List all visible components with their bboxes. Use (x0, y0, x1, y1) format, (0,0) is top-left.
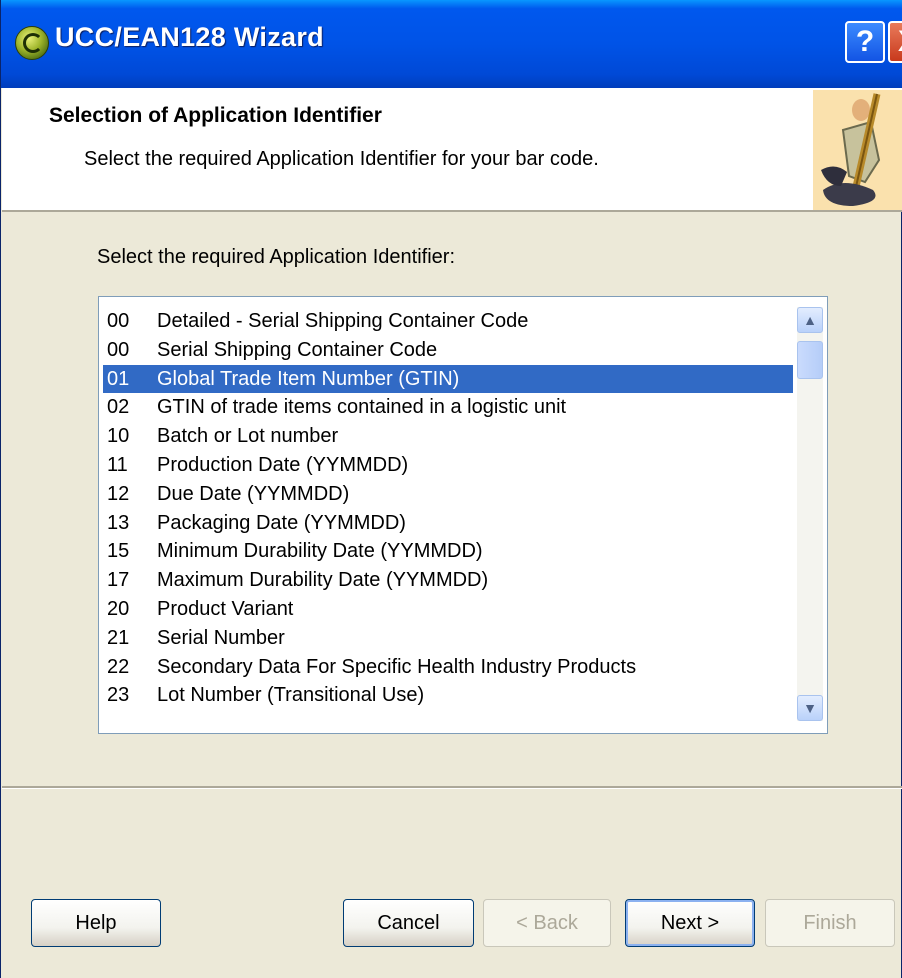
list-item-name: Global Trade Item Number (GTIN) (157, 367, 460, 390)
list-item[interactable]: 22 Secondary Data For Specific Health Ind… (103, 653, 793, 682)
page-title: Selection of Application Identifier (49, 104, 382, 127)
app-icon[interactable] (15, 26, 49, 60)
list-item[interactable]: 00 Serial Shipping Container Code (103, 336, 793, 365)
footer-divider-highlight (2, 788, 902, 789)
list-item[interactable]: 23 Lot Number (Transitional Use) (103, 681, 793, 710)
list-item-name: Secondary Data For Specific Health Indus… (157, 655, 637, 678)
next-button[interactable]: Next > (625, 899, 755, 947)
list-item[interactable]: 11 Production Date (YYMMDD) (103, 451, 793, 480)
list-item-name: GTIN of trade items contained in a logis… (157, 396, 567, 419)
wizard-window: UCC/EAN128 Wizard ? X Selection of Appli… (0, 0, 902, 978)
help-button[interactable]: Help (31, 899, 161, 947)
scrollbar-thumb[interactable] (797, 341, 823, 379)
list-item-name: Product Variant (157, 597, 294, 620)
header-divider (2, 210, 902, 212)
list-item-code: 23 (107, 684, 130, 707)
window-title: UCC/EAN128 Wizard (55, 22, 324, 52)
list-item-code: 20 (107, 597, 130, 620)
list-item[interactable]: 00 Detailed - Serial Shipping Container C… (103, 307, 793, 336)
list-item-code: 17 (107, 569, 130, 592)
list-item-name: Batch or Lot number (157, 425, 339, 448)
list-item-code: 13 (107, 511, 130, 534)
list-item-code: 21 (107, 626, 130, 649)
list-item-code: 00 (107, 310, 130, 332)
list-item-name: Serial Number (157, 626, 285, 649)
list-item-name: Maximum Durability Date (YYMMDD) (157, 569, 489, 592)
list-item-name: Due Date (YYMMDD) (157, 482, 350, 505)
list-item-code: 00 (107, 338, 130, 361)
list-item-code: 22 (107, 655, 130, 678)
list-item-code: 12 (107, 482, 130, 505)
list-item-code: 01 (107, 367, 130, 390)
list-item[interactable]: 13 Packaging Date (YYMMDD) (103, 509, 793, 538)
chevron-down-icon[interactable]: ▼ (797, 695, 823, 721)
list-item-code: 10 (107, 425, 130, 448)
list-item-code: 11 (107, 453, 128, 476)
list-item[interactable]: 12 Due Date (YYMMDD) (103, 480, 793, 509)
list-item-name: Serial Shipping Container Code (157, 338, 438, 361)
list-item[interactable]: 17 Maximum Durability Date (YYMMDD) (103, 566, 793, 595)
finish-button[interactable]: Finish (765, 899, 895, 947)
list-item[interactable]: 01 Global Trade Item Number (GTIN) (103, 364, 793, 394)
list-item[interactable]: 20 Product Variant (103, 595, 793, 624)
list-item-name: Lot Number (Transitional Use) (157, 684, 425, 707)
title-bar[interactable]: UCC/EAN128 Wizard ? X (1, 0, 902, 88)
close-button[interactable]: X (888, 21, 902, 63)
cancel-button[interactable]: Cancel (343, 899, 474, 947)
page-subtitle: Select the required Application Identifi… (84, 148, 599, 170)
list-item[interactable]: 15 Minimum Durability Date (YYMMDD) (103, 537, 793, 566)
list-items-container: 00 Detailed - Serial Shipping Container C… (103, 307, 793, 710)
list-item-name: Detailed - Serial Shipping Container Cod… (157, 310, 529, 332)
list-item-code: 15 (107, 540, 130, 563)
list-item-name: Packaging Date (YYMMDD) (157, 511, 406, 534)
list-prompt-label: Select the required Application Identifi… (97, 246, 455, 268)
list-item[interactable]: 21 Serial Number (103, 624, 793, 653)
list-item[interactable]: 02 GTIN of trade items contained in a log… (103, 393, 793, 422)
list-item[interactable]: 10 Batch or Lot number (103, 422, 793, 451)
list-item-name: Production Date (YYMMDD) (157, 453, 409, 476)
list-item-name: Minimum Durability Date (YYMMDD) (157, 540, 483, 563)
vertical-scrollbar[interactable]: ▲ ▼ (797, 307, 823, 721)
help-title-button[interactable]: ? (845, 21, 885, 63)
list-item-code: 02 (107, 396, 130, 419)
back-button[interactable]: < Back (483, 899, 611, 947)
wizard-figure-icon (813, 90, 902, 210)
chevron-up-icon[interactable]: ▲ (797, 307, 823, 333)
application-identifier-list[interactable]: 00 Detailed - Serial Shipping Container C… (98, 296, 828, 734)
